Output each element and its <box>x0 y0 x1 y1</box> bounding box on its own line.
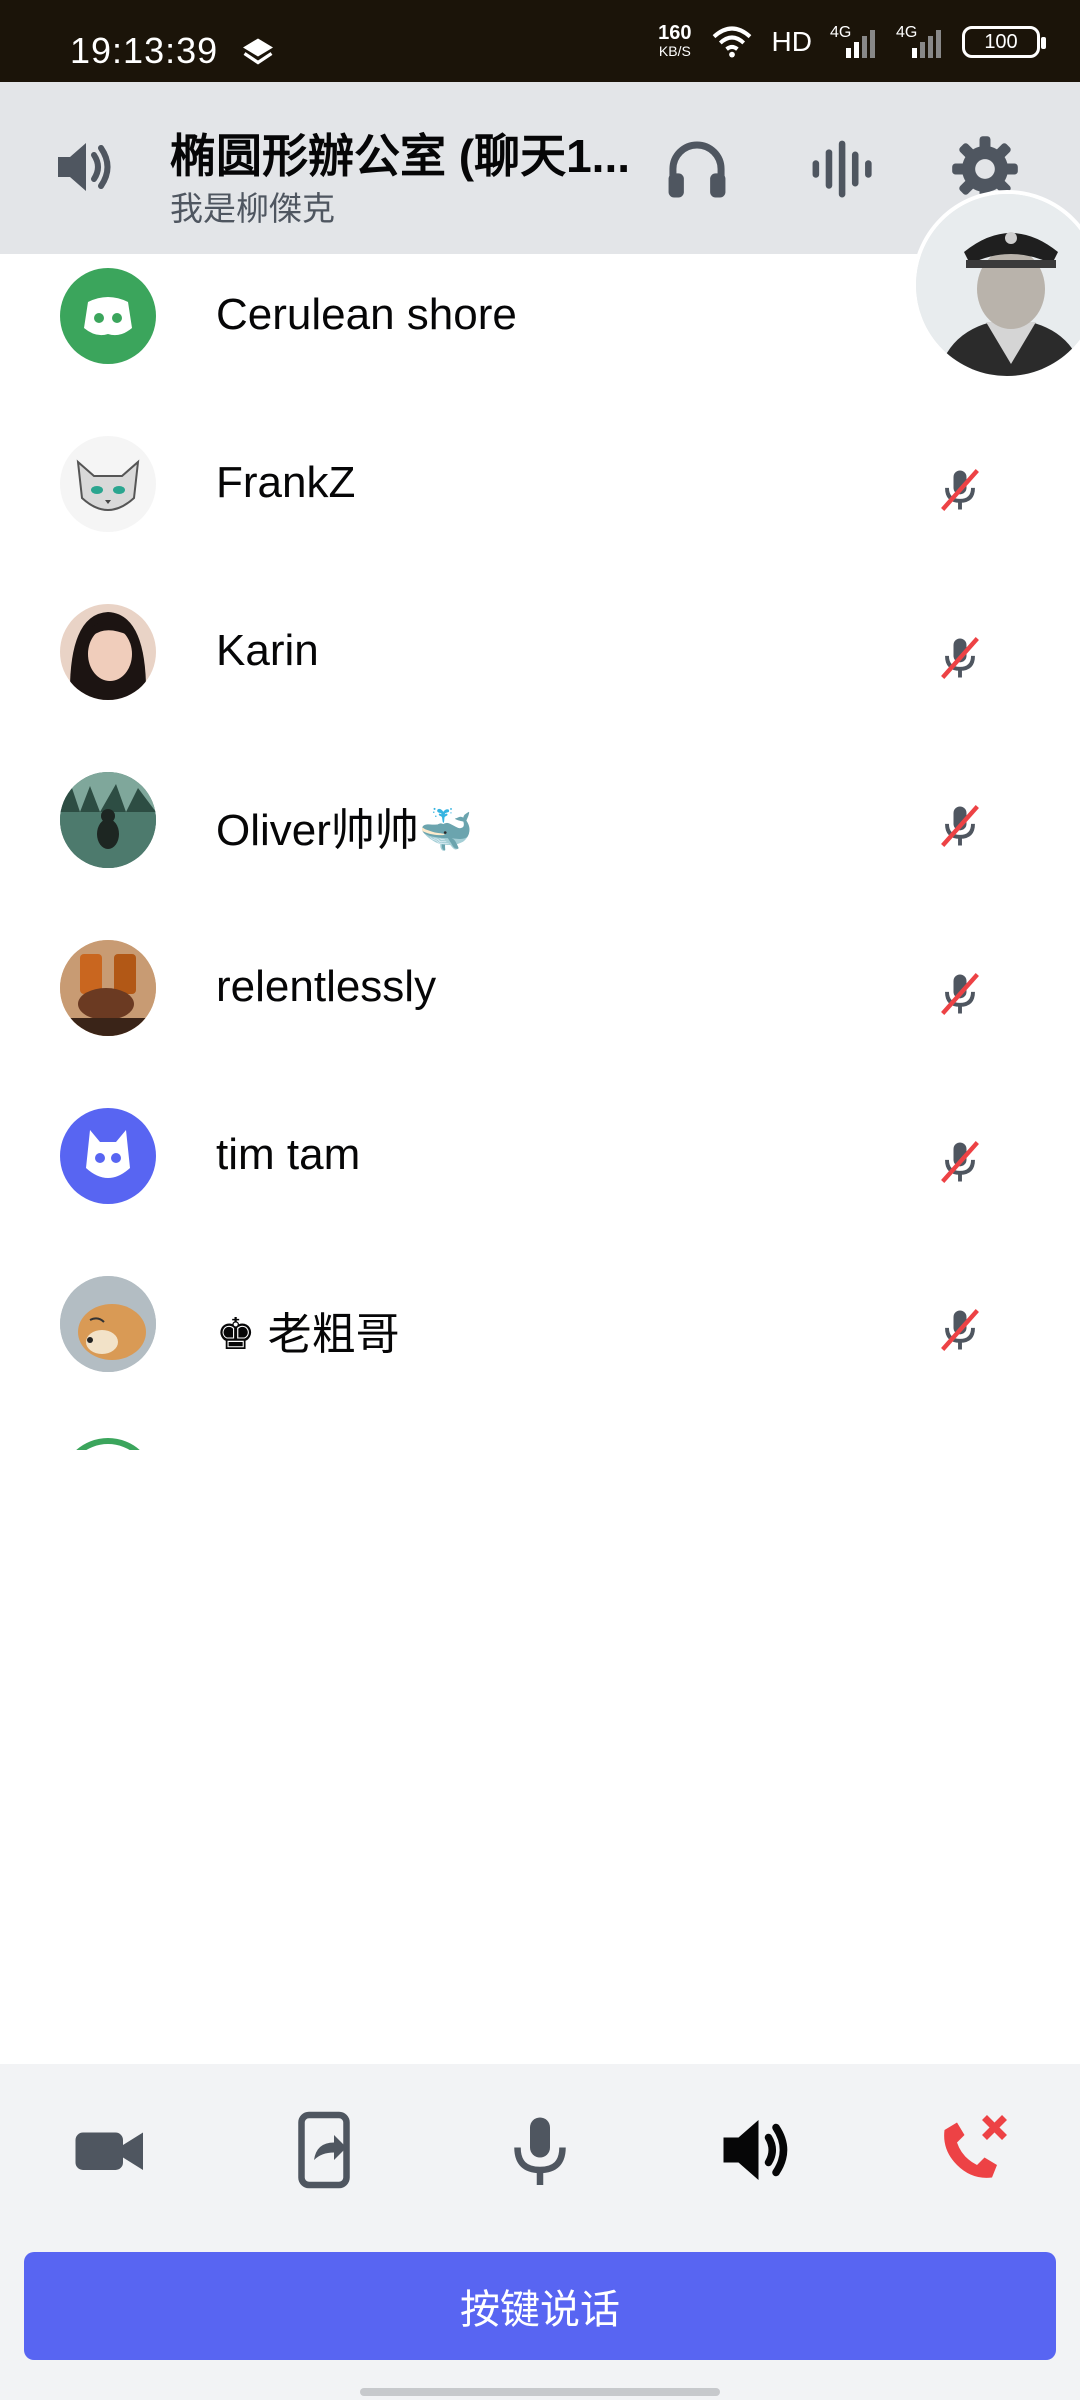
avatar <box>60 1276 156 1372</box>
list-item[interactable]: Karin <box>0 590 1080 758</box>
participant-name: relentlessly <box>216 962 437 1011</box>
cat-icon <box>76 459 140 511</box>
list-item[interactable]: Oliver帅帅🐳 <box>0 758 1080 926</box>
avatar <box>60 268 156 364</box>
muted-mic-icon <box>941 973 979 1015</box>
cheers-photo-icon <box>60 940 156 1036</box>
participant-name: tim tam <box>216 1130 361 1179</box>
voice-activity-icon[interactable] <box>806 134 876 204</box>
status-indicators: 160 KB/S HD 4G 4G 100 <box>658 22 1046 62</box>
muted-mic-icon <box>941 637 979 679</box>
participant-name: ♚ 老粗哥 <box>216 1310 400 1359</box>
network-speed-value: 160 <box>658 22 692 44</box>
list-item[interactable] <box>0 1430 1080 1450</box>
channel-subtitle: 我是柳傑克 <box>170 190 335 227</box>
discord-logo-icon <box>86 1130 130 1178</box>
list-item[interactable]: relentlessly <box>0 926 1080 1094</box>
channel-title[interactable]: 椭圆形辦公室 (聊天1... <box>170 120 630 186</box>
voice-channel-header: 椭圆形辦公室 (聊天1... 我是柳傑克 <box>0 82 1080 254</box>
headphones-icon[interactable] <box>662 134 732 204</box>
participant-name: FrankZ <box>216 458 356 507</box>
dog-photo-icon <box>60 1276 156 1372</box>
push-to-talk-button[interactable]: 按键说话 <box>24 2252 1056 2360</box>
portrait-photo-icon <box>916 194 1080 376</box>
avatar <box>60 604 156 700</box>
avatar <box>60 772 156 868</box>
avatar <box>60 1108 156 1204</box>
participant-name: Oliver帅帅🐳 <box>216 806 474 855</box>
muted-mic-icon <box>941 1141 979 1183</box>
screen-share-icon[interactable] <box>284 2110 364 2190</box>
person-photo-icon <box>69 612 147 700</box>
home-indicator[interactable] <box>360 2388 720 2396</box>
list-item[interactable]: tim tam <box>0 1094 1080 1262</box>
participant-list[interactable]: Cerulean shore FrankZ Karin Oliver帅帅🐳 re… <box>0 254 1080 1454</box>
signal-2-icon: 4G <box>896 24 944 60</box>
speaker-icon[interactable] <box>52 137 116 197</box>
wifi-icon <box>712 26 751 58</box>
hang-up-icon[interactable] <box>932 2110 1012 2190</box>
muted-mic-icon <box>941 805 979 847</box>
forest-photo-icon <box>60 772 156 868</box>
layers-icon <box>243 38 273 65</box>
list-item[interactable]: FrankZ <box>0 422 1080 590</box>
signal-1-icon: 4G <box>830 24 878 60</box>
call-controls: 按键说话 <box>0 2064 1080 2400</box>
status-time: 19:13:39 <box>70 30 219 71</box>
status-bar: 19:13:39 160 KB/S HD 4G 4G 100 <box>0 0 1080 82</box>
microphone-icon[interactable] <box>500 2110 580 2190</box>
video-camera-icon[interactable] <box>68 2110 148 2190</box>
avatar <box>60 436 156 532</box>
speaker-icon[interactable] <box>716 2110 796 2190</box>
avatar <box>60 1438 156 1450</box>
network-speed: 160 KB/S <box>658 22 692 60</box>
participant-name: Cerulean shore <box>216 290 517 339</box>
muted-mic-icon <box>941 469 979 511</box>
participant-name: Karin <box>216 626 319 675</box>
discord-logo-icon <box>84 297 132 336</box>
muted-mic-icon <box>941 1309 979 1351</box>
hd-indicator: HD <box>771 26 812 57</box>
avatar <box>60 940 156 1036</box>
list-item[interactable]: ♚ 老粗哥 <box>0 1262 1080 1430</box>
network-speed-unit: KB/S <box>658 43 691 59</box>
battery-icon: 100 <box>962 26 1046 58</box>
